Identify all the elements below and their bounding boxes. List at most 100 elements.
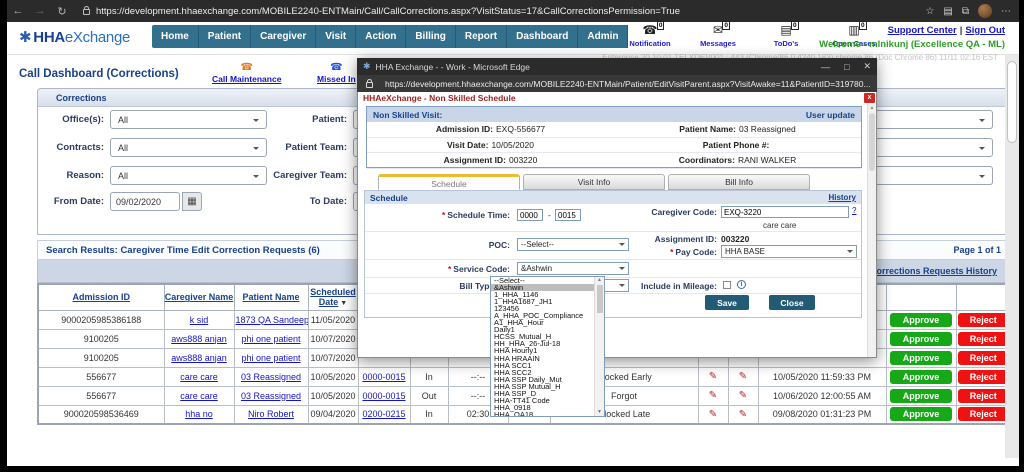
nav-tab-action[interactable]: Action: [356, 25, 406, 48]
caregiver-link[interactable]: hha no: [185, 409, 213, 419]
browser-menu-icon[interactable]: ⋯: [1001, 6, 1011, 17]
page-scrollbar[interactable]: [1005, 55, 1019, 458]
call-maintenance-icon: ☎: [240, 62, 252, 73]
mileage-checkbox[interactable]: [723, 281, 731, 289]
caregiver-link[interactable]: aws888 anjan: [171, 353, 227, 363]
badge: 0: [722, 21, 730, 30]
office-select[interactable]: All: [110, 110, 267, 129]
nav-tab-billing[interactable]: Billing: [406, 25, 456, 48]
quick-link-label: ToDo's: [774, 39, 799, 48]
note-icon[interactable]: ✎: [709, 371, 717, 382]
patient-link[interactable]: phi one patient: [241, 334, 300, 344]
dropdown-scrollbar[interactable]: ▲ ▼: [594, 277, 604, 416]
note-icon[interactable]: ✎: [739, 371, 747, 382]
profile-avatar[interactable]: [978, 4, 992, 18]
modal-close-button[interactable]: x: [864, 93, 875, 103]
save-button[interactable]: Save: [705, 295, 749, 310]
sign-out-link[interactable]: Sign Out: [965, 25, 1005, 36]
scheduled-time-link[interactable]: 0000-0015: [362, 372, 405, 382]
close-icon[interactable]: ✕: [863, 61, 871, 72]
scrollbar-thumb[interactable]: [1007, 61, 1017, 143]
quick-link-messages[interactable]: ✉0Messages: [692, 24, 744, 48]
quick-link-todo-s[interactable]: ▤0ToDo's: [760, 24, 812, 48]
reject-button[interactable]: Reject: [958, 407, 1008, 421]
tab-schedule[interactable]: Schedule: [378, 174, 520, 190]
approve-button[interactable]: Approve: [890, 332, 952, 346]
address-bar[interactable]: https://development.hhaexchange.com/MOBI…: [96, 6, 680, 17]
dropdown-scrollbar-thumb[interactable]: [597, 285, 603, 313]
extensions-icon[interactable]: ⧉: [962, 6, 969, 17]
tab-bill-info[interactable]: Bill Info: [668, 174, 810, 190]
note-icon[interactable]: ✎: [739, 409, 747, 420]
forward-icon[interactable]: →: [29, 5, 51, 17]
nav-tab-caregiver[interactable]: Caregiver: [251, 25, 316, 48]
patient-name-label: Patient Name:: [679, 124, 736, 134]
refresh-icon[interactable]: ↻: [51, 5, 73, 18]
approve-button[interactable]: Approve: [890, 313, 952, 327]
hhaexchange-logo[interactable]: ✱HHAeXchange: [19, 28, 130, 46]
service-code-select[interactable]: &Ashwin: [517, 262, 629, 275]
approve-button[interactable]: Approve: [890, 370, 952, 384]
nav-tab-report[interactable]: Report: [456, 25, 507, 48]
reason-select[interactable]: All: [110, 166, 267, 185]
caregiver-link[interactable]: aws888 anjan: [171, 334, 227, 344]
collections-icon[interactable]: ▤: [943, 6, 952, 17]
note-icon[interactable]: ✎: [709, 390, 717, 401]
scroll-up-icon[interactable]: ▲: [868, 104, 876, 112]
missed-in-link[interactable]: ☎ Missed In: [317, 62, 356, 84]
reject-button[interactable]: Reject: [958, 351, 1008, 365]
reject-button[interactable]: Reject: [958, 332, 1008, 346]
approve-button[interactable]: Approve: [890, 389, 952, 403]
patient-link[interactable]: phi one patient: [241, 353, 300, 363]
caregiver-code-label: Caregiver Code:: [575, 207, 717, 217]
schedule-section-title: Schedule: [370, 193, 408, 203]
scheduled-time-link[interactable]: 0000-0015: [362, 391, 405, 401]
calendar-icon[interactable]: ▦: [182, 192, 202, 211]
modal-scrollbar[interactable]: ▲: [867, 104, 876, 357]
maximize-icon[interactable]: □: [844, 62, 849, 72]
patient-link[interactable]: 03 Reassigned: [241, 372, 301, 382]
caregiver-link[interactable]: care care: [180, 372, 218, 382]
call-maintenance-link[interactable]: ☎ Call Maintenance: [212, 62, 281, 84]
scroll-down-icon[interactable]: ▼: [595, 409, 604, 416]
from-date-input[interactable]: [110, 192, 180, 211]
reject-button[interactable]: Reject: [958, 370, 1008, 384]
scheduled-time-link[interactable]: 0200-0215: [362, 409, 405, 419]
history-link[interactable]: History: [828, 193, 856, 202]
patient-link[interactable]: Niro Robert: [248, 409, 294, 419]
patient-link[interactable]: 1873 QA Sandeep: [236, 315, 309, 325]
nav-tab-home[interactable]: Home: [152, 25, 199, 48]
schedule-time-from-input[interactable]: [517, 209, 543, 221]
note-icon[interactable]: ✎: [739, 390, 747, 401]
reject-button[interactable]: Reject: [958, 313, 1008, 327]
reject-button[interactable]: Reject: [958, 389, 1008, 403]
modal-scrollbar-thumb[interactable]: [869, 113, 875, 171]
nav-tab-dashboard[interactable]: Dashboard: [507, 25, 578, 48]
edit-visit-modal: ✱ HHA Exchange - - Work - Microsoft Edge…: [357, 58, 877, 358]
corrections-history-link[interactable]: Corrections Requests History: [870, 266, 997, 276]
caregiver-code-input[interactable]: [721, 206, 849, 218]
note-icon[interactable]: ✎: [709, 409, 717, 420]
tab-visit-info[interactable]: Visit Info: [523, 174, 665, 190]
dropdown-option[interactable]: HHA_QA18: [491, 411, 594, 417]
quick-link-notification[interactable]: ☎0Notification: [624, 24, 676, 48]
caregiver-link[interactable]: care care: [180, 391, 218, 401]
caregiver-code-help-link[interactable]: ?: [852, 206, 856, 215]
nav-tab-admin[interactable]: Admin: [578, 25, 628, 48]
favorite-star-icon[interactable]: ☆: [925, 6, 934, 17]
nav-tab-patient[interactable]: Patient: [199, 25, 251, 48]
support-center-link[interactable]: Support Center: [888, 25, 957, 36]
contracts-select[interactable]: All: [110, 138, 267, 157]
approve-button[interactable]: Approve: [890, 351, 952, 365]
modal-page-header: HHAeXchange - Non Skilled Schedule: [363, 93, 516, 103]
scroll-up-icon[interactable]: ▲: [595, 277, 604, 284]
back-icon[interactable]: ←: [7, 5, 29, 17]
page-title: Call Dashboard (Corrections): [19, 68, 179, 80]
minimize-icon[interactable]: —: [821, 62, 830, 72]
nav-tab-visit[interactable]: Visit: [316, 25, 356, 48]
pay-code-select[interactable]: HHA BASE: [721, 245, 857, 258]
approve-button[interactable]: Approve: [890, 407, 952, 421]
close-button[interactable]: Close: [769, 295, 815, 310]
caregiver-link[interactable]: k sid: [190, 315, 209, 325]
patient-link[interactable]: 03 Reassigned: [241, 391, 301, 401]
